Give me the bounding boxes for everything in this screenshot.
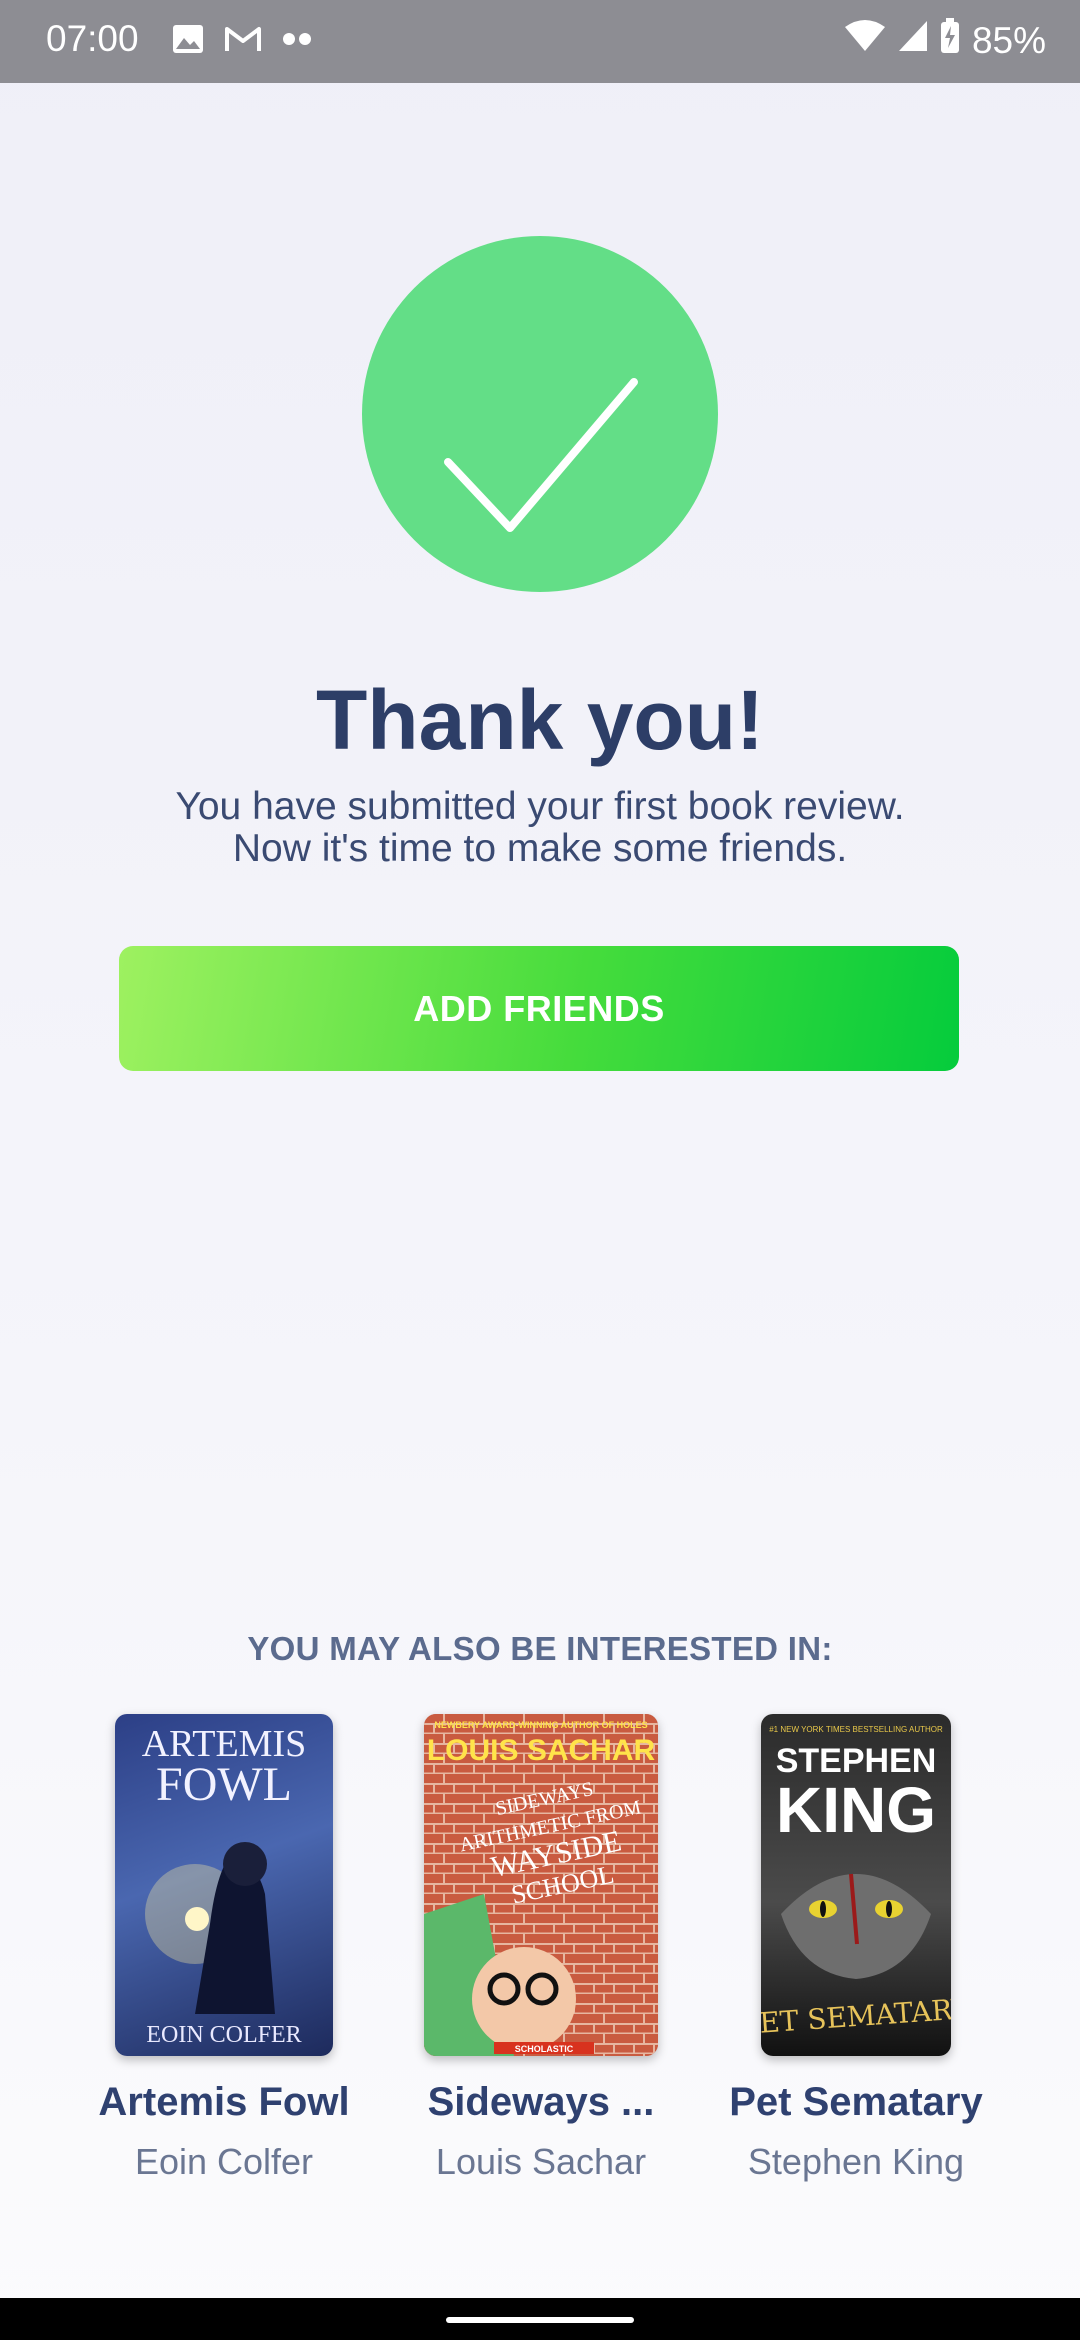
book-cover[interactable]: NEWBERY AWARD-WINNING AUTHOR OF HOLES LO…	[424, 1714, 658, 2056]
cover-title-2: FOWL	[156, 1758, 292, 1811]
status-time: 07:00	[46, 18, 139, 59]
book-title[interactable]: Artemis Fowl	[74, 2080, 374, 2125]
cover-author: LOUIS SACHAR	[427, 1734, 656, 1767]
cover-tagline: NEWBERY AWARD-WINNING AUTHOR OF HOLES	[434, 1720, 647, 1730]
book-card-sideways[interactable]: NEWBERY AWARD-WINNING AUTHOR OF HOLES LO…	[391, 1714, 691, 2183]
image-icon	[172, 24, 204, 59]
more-dots-icon	[282, 32, 312, 51]
cover-author-2: KING	[776, 1774, 936, 1846]
book-title[interactable]: Pet Sematary	[706, 2080, 1006, 2125]
signal-icon	[898, 19, 928, 62]
book-cover[interactable]: #1 NEW YORK TIMES BESTSELLING AUTHOR STE…	[761, 1714, 951, 2056]
page-title: Thank you!	[315, 673, 764, 767]
checkmark-icon	[444, 378, 638, 532]
book-title[interactable]: Sideways ...	[391, 2080, 691, 2125]
wifi-icon	[844, 19, 886, 62]
gmail-icon	[224, 25, 262, 58]
status-bar: 07:00 85%	[0, 0, 1080, 83]
status-icons-right: 85%	[844, 18, 1046, 63]
cover-tagline: #1 NEW YORK TIMES BESTSELLING AUTHOR	[769, 1725, 943, 1734]
recommendations-heading: YOU MAY ALSO BE INTERESTED IN:	[247, 1630, 833, 1667]
subtitle: You have submitted your first book revie…	[100, 786, 980, 870]
book-author: Stephen King	[747, 2141, 965, 2182]
book-card-artemis-fowl[interactable]: ARTEMIS FOWL EOIN COLFER Artemis Fowl Eo…	[74, 1714, 374, 2183]
success-check-circle	[362, 236, 718, 592]
cover-title: PET SEMATARY	[761, 1992, 951, 2041]
book-cover[interactable]: ARTEMIS FOWL EOIN COLFER	[115, 1714, 333, 2056]
book-author: Louis Sachar	[435, 2141, 647, 2182]
cover-publisher: SCHOLASTIC	[515, 2044, 574, 2054]
add-friends-button[interactable]: ADD FRIENDS	[119, 946, 959, 1071]
cover-author: EOIN COLFER	[146, 2022, 301, 2048]
battery-icon	[940, 18, 960, 63]
home-indicator[interactable]	[446, 2317, 634, 2323]
subtitle-line-1: You have submitted your first book revie…	[175, 785, 905, 828]
battery-percent: 85%	[971, 19, 1046, 61]
book-card-pet-sematary[interactable]: #1 NEW YORK TIMES BESTSELLING AUTHOR STE…	[706, 1714, 1006, 2183]
status-icons-left	[172, 24, 312, 59]
book-author: Eoin Colfer	[134, 2141, 314, 2182]
subtitle-line-2: Now it's time to make some friends.	[232, 827, 848, 870]
